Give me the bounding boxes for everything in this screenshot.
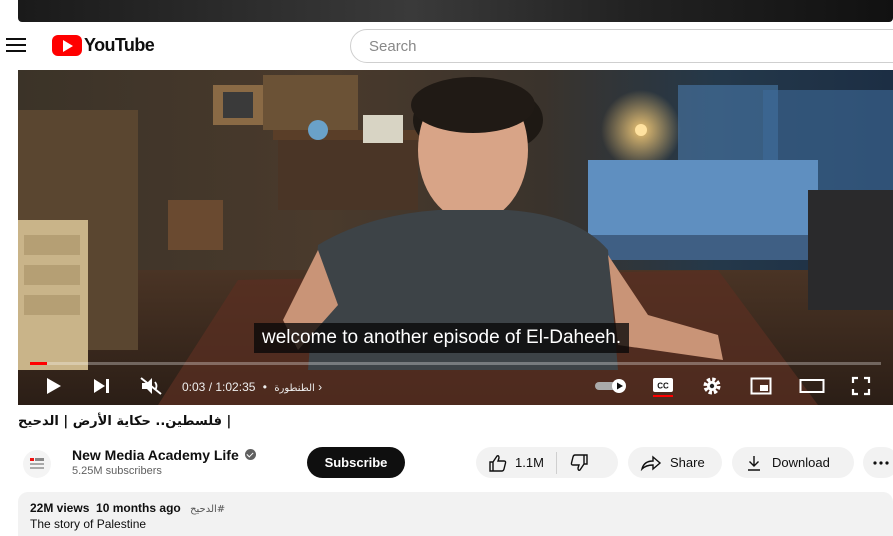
miniplayer-icon (750, 377, 772, 395)
player-controls: 0:03 / 1:02:35 • الطنطورة › CC (18, 368, 893, 404)
autoplay-toggle-icon (595, 379, 626, 393)
logo-text: YouTube (84, 35, 155, 55)
play-icon (47, 378, 61, 394)
dislike-button[interactable] (569, 453, 589, 472)
upload-age: 10 months ago (96, 501, 181, 515)
like-dislike-group: 1.1M (476, 447, 618, 478)
download-label: Download (772, 455, 830, 470)
progress-bar[interactable] (30, 362, 881, 365)
description-box[interactable]: 22M views 10 months ago #الدحيح The stor… (18, 492, 893, 536)
subscribe-button[interactable]: Subscribe (307, 447, 405, 478)
chapter-title[interactable]: الطنطورة (274, 383, 314, 394)
settings-button[interactable] (699, 372, 725, 400)
youtube-play-icon (52, 35, 82, 56)
share-label: Share (670, 455, 705, 470)
more-actions-button[interactable] (863, 447, 893, 478)
autoplay-toggle[interactable] (594, 372, 630, 400)
like-count: 1.1M (515, 455, 544, 470)
svg-text:CC: CC (657, 382, 669, 391)
youtube-logo[interactable]: YouTube (52, 35, 155, 56)
description-text: The story of Palestine (30, 517, 147, 531)
gear-icon (703, 377, 721, 395)
thumbs-down-icon (570, 453, 588, 471)
theater-mode-icon (799, 379, 825, 393)
hashtag-link[interactable]: #الدحيح (190, 504, 225, 515)
channel-name[interactable]: New Media Academy Life (72, 447, 256, 463)
progress-fill (30, 362, 48, 365)
search-input[interactable] (350, 29, 893, 63)
next-icon (94, 379, 109, 393)
share-button[interactable]: Share (628, 447, 722, 478)
more-horizontal-icon (873, 460, 889, 465)
previous-content-strip (18, 0, 893, 22)
share-icon (640, 454, 662, 471)
like-button[interactable]: 1.1M (476, 454, 544, 472)
subtitle-caption: welcome to another episode of El-Daheeh. (254, 323, 630, 353)
time-display: 0:03 / 1:02:35 • الطنطورة › (182, 380, 323, 394)
chapter-chevron-icon[interactable]: › (318, 380, 322, 394)
theater-mode-button[interactable] (798, 372, 826, 400)
download-icon (748, 455, 760, 471)
channel-row: New Media Academy Life 5.25M subscribers… (18, 444, 893, 484)
next-button[interactable] (90, 372, 114, 400)
download-button[interactable]: Download (732, 447, 854, 478)
fullscreen-button[interactable] (848, 372, 874, 400)
channel-avatar[interactable] (23, 450, 51, 478)
volume-muted-icon (140, 377, 162, 395)
subscriber-count: 5.25M subscribers (72, 465, 162, 477)
mute-button[interactable] (138, 372, 164, 400)
miniplayer-button[interactable] (748, 372, 774, 400)
view-count: 22M views (30, 501, 90, 515)
verified-icon (244, 449, 256, 460)
duration: 1:02:35 (215, 380, 256, 394)
menu-icon[interactable] (6, 38, 26, 54)
cc-icon: CC (653, 378, 673, 397)
video-player[interactable]: welcome to another episode of El-Daheeh.… (18, 70, 893, 405)
like-divider (555, 451, 557, 474)
captions-button[interactable]: CC (650, 372, 676, 400)
fullscreen-icon (851, 376, 871, 396)
channel-name-text: New Media Academy Life (72, 447, 239, 463)
current-time: 0:03 (182, 380, 206, 394)
description-meta: 22M views 10 months ago #الدحيح (30, 501, 881, 515)
thumbs-up-icon (489, 454, 507, 472)
video-frame (18, 70, 893, 405)
play-button[interactable] (42, 372, 66, 400)
masthead: YouTube (0, 26, 893, 66)
video-title: | فلسطين.. حكاية الأرض | الدحيح (18, 414, 232, 429)
channel-logo-icon (30, 458, 44, 469)
